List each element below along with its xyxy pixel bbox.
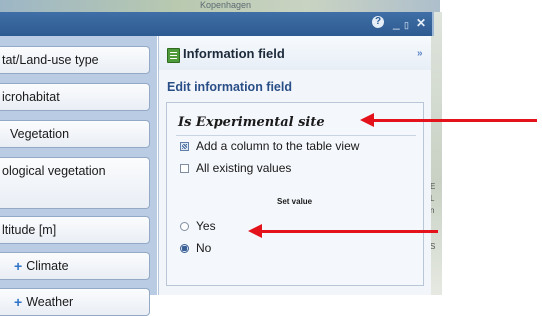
sidebar-item-microhabitat[interactable]: icrohabitat: [0, 83, 150, 111]
sidebar-item-label: tat/Land-use type: [2, 53, 99, 67]
sidebar-item-label: Vegetation: [10, 127, 70, 141]
sidebar-item-phytosociological-vegetation[interactable]: ological vegetation: [0, 157, 150, 209]
radio-no-option[interactable]: No: [180, 241, 211, 255]
sidebar-item-label: Climate: [26, 259, 69, 273]
set-value-label: Set value: [277, 197, 313, 206]
sidebar-item-label: ltitude [m]: [2, 223, 57, 237]
close-button[interactable]: ✕: [416, 16, 426, 30]
map-city-label: Kopenhagen: [200, 0, 252, 10]
help-icon[interactable]: ?: [372, 16, 384, 28]
sidebar-item-label: Weather: [26, 295, 74, 309]
sidebar-item-vegetation[interactable]: Vegetation: [0, 120, 150, 148]
sidebar-item-label: icrohabitat: [2, 90, 60, 104]
plus-icon: +: [14, 294, 23, 310]
checkbox-label: All existing values: [196, 161, 292, 175]
radio-label: No: [196, 241, 212, 255]
all-values-checkbox[interactable]: [180, 163, 189, 173]
sidebar-item-altitude[interactable]: ltitude [m]: [0, 216, 150, 244]
panel-header: Information field »: [159, 36, 431, 70]
divider: [176, 135, 416, 136]
edit-section-title: Edit information field: [167, 80, 292, 94]
annotation-arrow-icon: [248, 224, 438, 238]
collapse-icon[interactable]: »: [417, 48, 423, 59]
maximize-button[interactable]: ▯: [404, 18, 409, 32]
sidebar-item-land-use-type[interactable]: tat/Land-use type: [0, 46, 150, 74]
information-field-panel: Information field » Edit information fie…: [158, 36, 431, 295]
add-column-option[interactable]: Add a column to the table view: [180, 139, 359, 153]
all-values-option[interactable]: All existing values: [180, 161, 291, 175]
minimize-button[interactable]: _: [393, 16, 400, 30]
checkbox-label: Add a column to the table view: [196, 139, 360, 153]
sidebar-item-label: ological vegetation: [2, 164, 106, 178]
add-column-checkbox[interactable]: [180, 141, 189, 151]
sidebar: tat/Land-use type icrohabitat Vegetation…: [0, 36, 157, 316]
plus-icon: +: [14, 258, 23, 274]
radio-yes[interactable]: [180, 221, 189, 231]
window-titlebar[interactable]: [0, 12, 434, 36]
radio-no[interactable]: [180, 243, 189, 253]
field-name-heading: Is Experimental site: [178, 115, 325, 130]
field-editor-box: Is Experimental site Add a column to the…: [166, 102, 424, 286]
sidebar-item-climate[interactable]: + Climate: [0, 252, 150, 280]
annotation-arrow-icon: [360, 113, 537, 127]
panel-title: Information field: [183, 46, 285, 61]
sidebar-item-weather[interactable]: + Weather: [0, 288, 150, 316]
radio-yes-option[interactable]: Yes: [180, 219, 216, 233]
radio-label: Yes: [196, 219, 216, 233]
document-icon: [167, 48, 180, 63]
